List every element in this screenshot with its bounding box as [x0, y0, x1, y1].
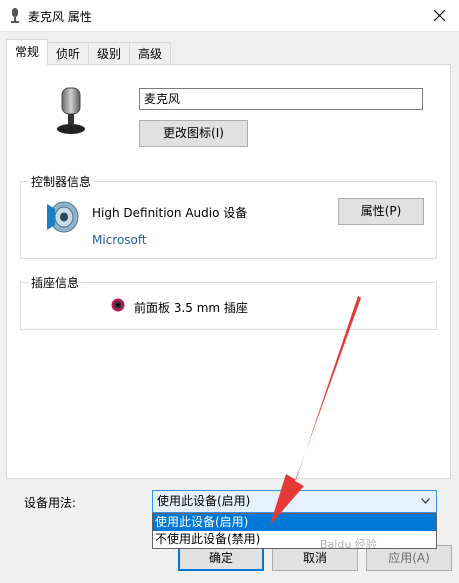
- properties-button[interactable]: 属性(P): [338, 198, 424, 225]
- speaker-icon: [47, 201, 79, 233]
- tab-levels[interactable]: 级别: [88, 42, 131, 65]
- close-icon: [433, 10, 445, 21]
- microphone-icon: [11, 8, 19, 23]
- change-icon-button[interactable]: 更改图标(I): [139, 120, 248, 147]
- device-usage-selected: 使用此设备(启用): [157, 494, 251, 508]
- tab-general[interactable]: 常规: [6, 39, 49, 65]
- controller-info-legend: 控制器信息: [29, 173, 94, 190]
- jack-icon: [111, 298, 125, 312]
- controller-device-name: High Definition Audio 设备: [92, 206, 248, 220]
- device-name-field[interactable]: 麦克风: [139, 88, 423, 110]
- device-usage-label: 设备用法:: [24, 496, 77, 510]
- device-usage-select[interactable]: 使用此设备(启用): [152, 490, 437, 513]
- tab-listen[interactable]: 侦听: [47, 42, 90, 65]
- tab-strip: 常规 侦听 级别 高级: [6, 39, 172, 65]
- controller-vendor: Microsoft: [92, 233, 147, 247]
- jack-info-legend: 插座信息: [29, 274, 82, 291]
- jack-label: 前面板 3.5 mm 插座: [134, 301, 248, 315]
- usage-option-disable[interactable]: 不使用此设备(禁用): [153, 531, 436, 548]
- chevron-down-icon: [421, 498, 430, 504]
- usage-option-enable[interactable]: 使用此设备(启用): [153, 514, 436, 531]
- microphone-device-icon: [57, 87, 85, 134]
- watermark-logo: Baidu 经验: [320, 538, 377, 551]
- window-title: 麦克风 属性: [28, 10, 92, 24]
- title-bar: 麦克风 属性: [0, 0, 459, 32]
- device-usage-dropdown: 使用此设备(启用) 不使用此设备(禁用): [152, 513, 437, 549]
- tab-advanced[interactable]: 高级: [129, 42, 172, 65]
- close-button[interactable]: [419, 0, 459, 31]
